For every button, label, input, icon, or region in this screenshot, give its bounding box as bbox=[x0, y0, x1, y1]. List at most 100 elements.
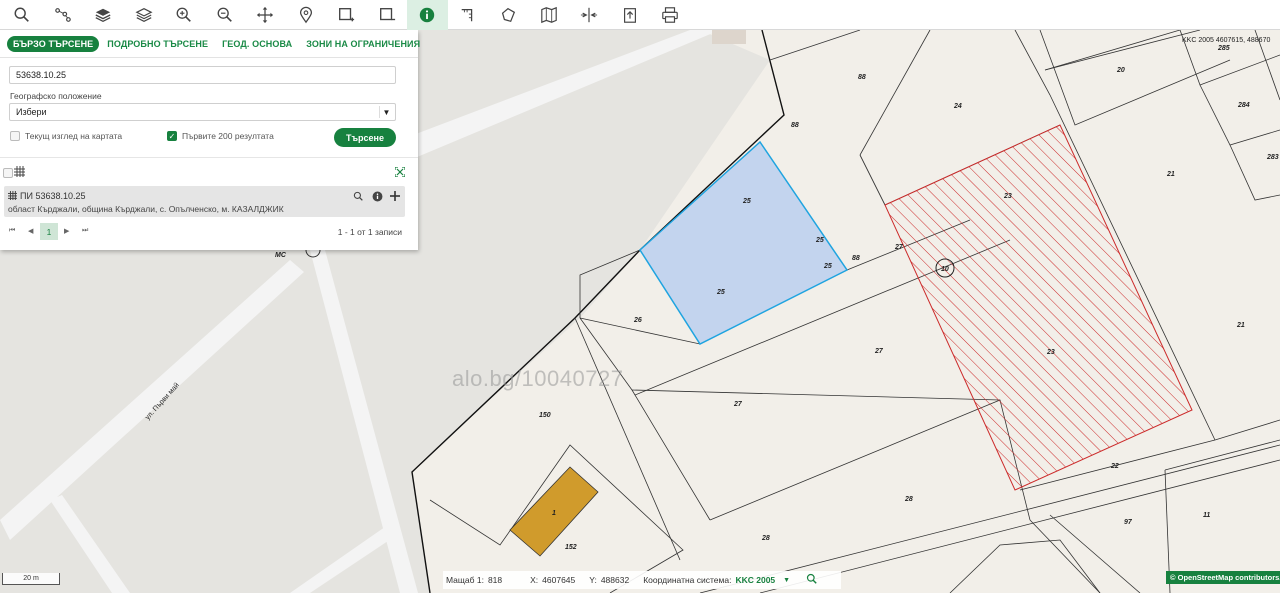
zoom-to-results-icon[interactable] bbox=[395, 167, 405, 177]
watermark: alo.bg/10040727 bbox=[452, 366, 624, 391]
parcel-label: 25 bbox=[815, 237, 824, 244]
split-button[interactable] bbox=[569, 0, 610, 30]
current-view-label: Текущ изглед на картата bbox=[25, 131, 123, 141]
y-label: Y: bbox=[589, 575, 597, 585]
geo-select-value: Избери bbox=[16, 107, 47, 117]
parcel-label: 152 bbox=[565, 544, 577, 551]
scale-bar: 20 m bbox=[2, 573, 60, 585]
current-view-checkbox[interactable] bbox=[10, 131, 20, 141]
parcel-label: МС bbox=[275, 252, 287, 259]
first-page-button[interactable]: ⏮ bbox=[9, 227, 15, 235]
toolbar bbox=[0, 0, 1280, 30]
y-value: 488632 bbox=[600, 575, 630, 585]
search-tool-button[interactable] bbox=[2, 0, 43, 30]
map-button[interactable] bbox=[529, 0, 570, 30]
next-page-button[interactable]: ▶ bbox=[64, 227, 69, 235]
tab-geodetic-base[interactable]: ГЕОД. ОСНОВА bbox=[216, 36, 298, 52]
result-zoom-button[interactable] bbox=[351, 189, 365, 203]
zoom-out-icon bbox=[217, 7, 232, 22]
building-label: 1 bbox=[552, 510, 556, 517]
export-icon bbox=[623, 7, 636, 23]
parcel-label: 283 bbox=[1266, 154, 1279, 161]
measure-line-button[interactable] bbox=[448, 0, 489, 30]
parcel-label: 88 bbox=[852, 255, 860, 262]
current-page[interactable]: 1 bbox=[40, 223, 58, 240]
pan-icon bbox=[257, 6, 274, 23]
result-title: ПИ 53638.10.25 bbox=[20, 191, 86, 201]
first200-option[interactable]: ✓ Първите 200 резултата bbox=[167, 131, 274, 141]
parcel-number-10: 10 bbox=[941, 266, 949, 273]
parcel-label: 88 bbox=[858, 74, 866, 81]
info-icon bbox=[372, 191, 382, 201]
print-icon bbox=[662, 6, 679, 23]
plus-icon bbox=[390, 191, 400, 201]
prev-page-button[interactable]: ◀ bbox=[28, 227, 33, 235]
coord-system-label: Координатна система: bbox=[643, 575, 732, 585]
parcel-label: 27 bbox=[894, 244, 904, 251]
scale-label: Мащаб 1: bbox=[446, 575, 484, 585]
geo-position-label: Географско положение bbox=[10, 91, 102, 101]
parcel-grid-icon bbox=[8, 191, 17, 200]
pan-button[interactable] bbox=[245, 0, 286, 30]
zoom-in-button[interactable] bbox=[164, 0, 205, 30]
parcel-label: 20 bbox=[1116, 67, 1125, 74]
coord-search-button[interactable] bbox=[806, 573, 818, 587]
result-add-button[interactable] bbox=[388, 189, 402, 203]
search-tabs: БЪРЗО ТЪРСЕНЕ ПОДРОБНО ТЪРСЕНЕ ГЕОД. ОСН… bbox=[0, 30, 420, 58]
search-input[interactable] bbox=[9, 66, 396, 84]
zoom-out-button[interactable] bbox=[205, 0, 246, 30]
parcel-label: 27 bbox=[733, 401, 743, 408]
info-button[interactable] bbox=[407, 0, 448, 30]
parcel-label: 25 bbox=[716, 289, 725, 296]
search-icon bbox=[806, 573, 817, 584]
parcel-label: 23 bbox=[1046, 349, 1055, 356]
route-tool-button[interactable] bbox=[43, 0, 84, 30]
status-bar: Мащаб 1: 818 X: 4607645 Y: 488632 Коорди… bbox=[443, 571, 841, 589]
select-all-checkbox[interactable] bbox=[3, 168, 13, 178]
current-view-option[interactable]: Текущ изглед на картата bbox=[10, 131, 122, 141]
layers-filled-button[interactable] bbox=[83, 0, 124, 30]
result-subtitle: област Кърджали, община Кърджали, с. Опъ… bbox=[8, 204, 284, 214]
select-rect-minus-icon bbox=[379, 7, 395, 20]
search-icon bbox=[14, 7, 30, 22]
print-button[interactable] bbox=[650, 0, 691, 30]
measure-area-icon bbox=[502, 7, 516, 22]
export-button[interactable] bbox=[610, 0, 651, 30]
osm-attribution[interactable]: © OpenStreetMap contributors. bbox=[1166, 571, 1280, 584]
parcel-label: 88 bbox=[791, 122, 799, 129]
chevron-down-icon[interactable]: ▼ bbox=[379, 106, 393, 118]
x-value: 4607645 bbox=[542, 575, 576, 585]
parcel-label: 28 bbox=[761, 535, 770, 542]
coord-system-select[interactable]: KKC 2005 bbox=[735, 575, 775, 585]
layers-filled-icon bbox=[95, 8, 111, 22]
parcel-label: 25 bbox=[742, 198, 751, 205]
caret-down-icon[interactable]: ▼ bbox=[783, 577, 790, 584]
crs-readout: KKC 2005 4607615, 488670 bbox=[1182, 37, 1271, 44]
parcel-label: 22 bbox=[1110, 463, 1119, 470]
select-rect-minus-button[interactable] bbox=[367, 0, 408, 30]
first200-checkbox[interactable]: ✓ bbox=[167, 131, 177, 141]
last-page-button[interactable]: ⏭ bbox=[82, 227, 88, 235]
search-panel: БЪРЗО ТЪРСЕНЕ ПОДРОБНО ТЪРСЕНЕ ГЕОД. ОСН… bbox=[0, 30, 420, 250]
parcel-label: 21 bbox=[1236, 322, 1245, 329]
select-rect-icon bbox=[339, 7, 355, 21]
tab-detailed-search[interactable]: ПОДРОБНО ТЪРСЕНЕ bbox=[101, 36, 214, 52]
measure-line-icon bbox=[461, 8, 472, 21]
layers-button[interactable] bbox=[124, 0, 165, 30]
search-button[interactable]: Търсене bbox=[334, 128, 396, 147]
measure-area-button[interactable] bbox=[488, 0, 529, 30]
parcel-label: 23 bbox=[1003, 193, 1012, 200]
parcel-label: 25 bbox=[823, 263, 832, 270]
parcel-label: 26 bbox=[633, 317, 642, 324]
first200-label: Първите 200 резултата bbox=[182, 131, 274, 141]
search-icon bbox=[353, 191, 363, 201]
result-item[interactable]: ПИ 53638.10.25 област Кърджали, община К… bbox=[4, 186, 405, 217]
result-info-button[interactable] bbox=[370, 189, 384, 203]
parcel-label: 27 bbox=[874, 348, 884, 355]
tab-restriction-zones[interactable]: ЗОНИ НА ОГРАНИЧЕНИЯ bbox=[300, 36, 426, 52]
geo-position-select[interactable]: Избери ▼ bbox=[9, 103, 396, 121]
marker-button[interactable] bbox=[286, 0, 327, 30]
parcel-label: 21 bbox=[1166, 171, 1175, 178]
select-rect-button[interactable] bbox=[326, 0, 367, 30]
tab-quick-search[interactable]: БЪРЗО ТЪРСЕНЕ bbox=[7, 35, 100, 52]
